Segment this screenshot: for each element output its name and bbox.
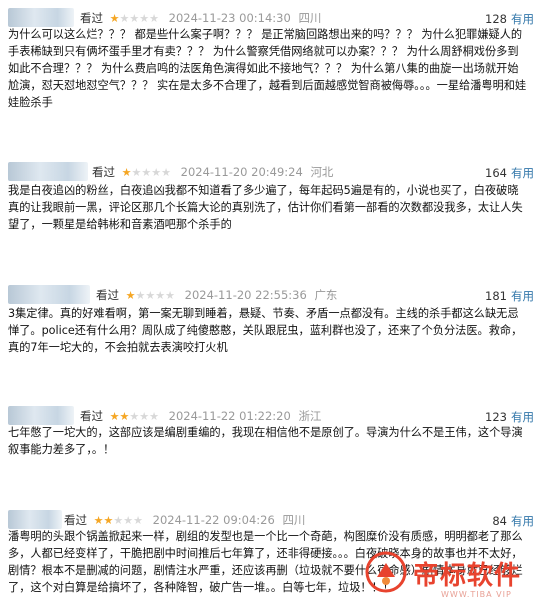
blurred-username[interactable] — [8, 406, 74, 425]
review-date: 2024-11-20 22:55:36 — [184, 288, 307, 302]
watched-status: 看过 — [92, 165, 115, 179]
useful-button[interactable]: 有用 — [511, 514, 534, 528]
watched-status: 看过 — [80, 11, 103, 25]
review-location: 广东 — [314, 288, 338, 302]
review-date: 2024-11-22 09:04:26 — [152, 513, 275, 527]
useful-vote[interactable]: 181 有用 — [485, 287, 534, 305]
review-date: 2024-11-22 01:22:20 — [168, 409, 291, 423]
useful-count: 181 — [485, 289, 507, 303]
useful-count: 84 — [492, 514, 507, 528]
review-location: 河北 — [310, 165, 334, 179]
review-location: 四川 — [298, 11, 322, 25]
useful-button[interactable]: 有用 — [511, 12, 534, 26]
review-item: 看过 ★★★★★ 2024-11-23 00:14:30 四川 128 有用 为什… — [0, 6, 550, 109]
review-text: 3集定律。真的好难看啊，第一案无聊到睡着，悬疑、节奏、矛盾一点都没有。主线的杀手… — [8, 307, 523, 354]
useful-count: 128 — [485, 12, 507, 26]
review-location: 四川 — [282, 513, 306, 527]
useful-count: 123 — [485, 410, 507, 424]
blurred-username[interactable] — [8, 285, 90, 304]
review-date: 2024-11-23 00:14:30 — [168, 11, 291, 25]
review-date: 2024-11-20 20:49:24 — [180, 165, 303, 179]
rating-stars: ★★★★★ — [125, 289, 175, 302]
useful-vote[interactable]: 164 有用 — [485, 164, 534, 182]
blurred-username[interactable] — [8, 8, 74, 27]
watermark-brand: 帝标软件 — [413, 561, 522, 591]
review-item: 看过 ★★★★★ 2024-11-20 22:55:36 广东 181 有用 3集… — [0, 283, 550, 354]
watermark: 帝标软件 WWW.TIBA VIP — [357, 545, 550, 605]
watched-status: 看过 — [80, 409, 103, 423]
watermark-url: WWW.TIBA VIP — [441, 590, 512, 599]
review-text: 为什么可以这么烂？？？ 都是些什么案子啊？？？ 是正常脑回路想出来的吗？？？ 为… — [8, 28, 527, 109]
review-text: 我是白夜追凶的粉丝，白夜追凶我都不知道看了多少遍了，每年起码5遍是有的，小说也买… — [8, 184, 523, 231]
rating-stars: ★★★★★ — [121, 166, 171, 179]
brand-logo-icon — [365, 551, 407, 593]
watched-status: 看过 — [64, 513, 87, 527]
blurred-username[interactable] — [8, 162, 88, 181]
useful-count: 164 — [485, 166, 507, 180]
blurred-username[interactable] — [8, 510, 62, 529]
review-item: 看过 ★★★★★ 2024-11-20 20:49:24 河北 164 有用 我是… — [0, 160, 550, 231]
watched-status: 看过 — [96, 288, 119, 302]
review-location: 浙江 — [298, 409, 322, 423]
review-text: 七年憋了一坨大的，这部应该是编剧重编的，我现在相信他不是原创了。导演为什么不是王… — [8, 426, 523, 456]
useful-button[interactable]: 有用 — [511, 289, 534, 303]
review-item: 看过 ★★★★★ 2024-11-22 09:04:26 四川 84 有用 潘粤明… — [0, 508, 550, 594]
useful-button[interactable]: 有用 — [511, 410, 534, 424]
review-item: 看过 ★★★★★ 2024-11-22 01:22:20 浙江 123 有用 七年… — [0, 404, 550, 456]
useful-button[interactable]: 有用 — [511, 166, 534, 180]
